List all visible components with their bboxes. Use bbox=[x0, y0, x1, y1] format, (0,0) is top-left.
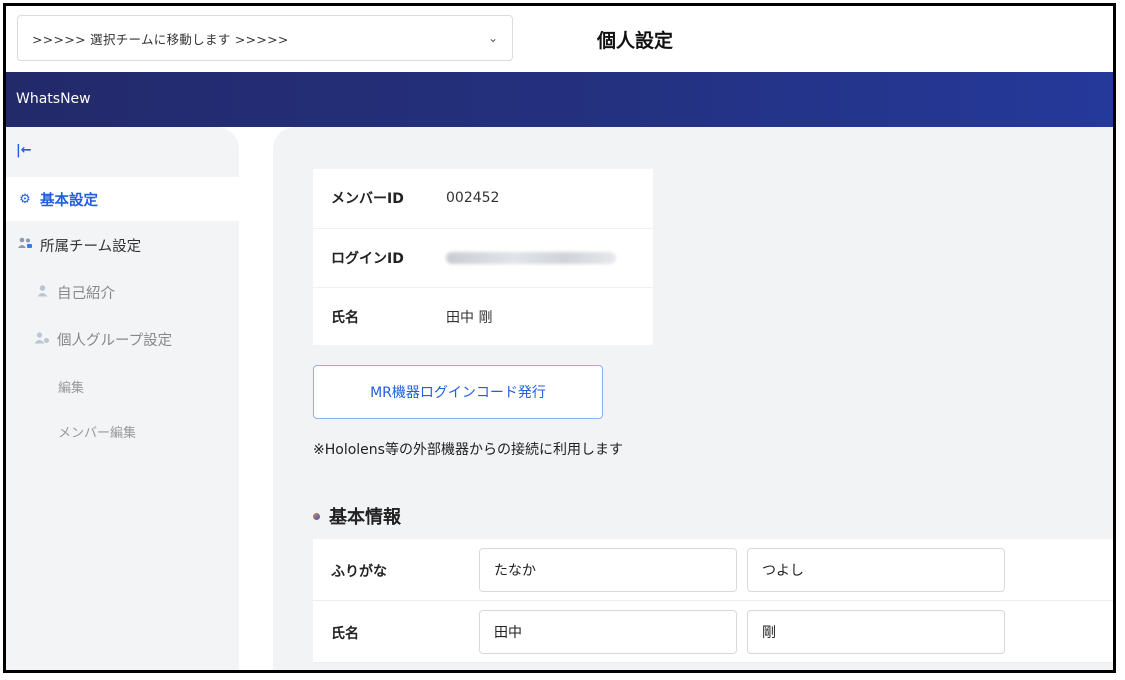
sidebar-item-label: 所属チーム設定 bbox=[40, 238, 142, 255]
mr-login-note: ※Hololens等の外部機器からの接続に利用します bbox=[313, 442, 623, 458]
main-content: メンバーID 002452 ログインID 氏名 田中 剛 MR機器ログインコード… bbox=[273, 127, 1113, 670]
furigana-last-field[interactable]: たなか bbox=[479, 548, 737, 592]
login-id-label: ログインID bbox=[331, 251, 404, 267]
sidebar-item-team-settings[interactable]: 所属チーム設定 bbox=[6, 223, 239, 267]
login-id-value-redacted bbox=[446, 252, 616, 264]
member-id-value: 002452 bbox=[446, 190, 500, 206]
basic-info-form: ふりがな たなか つよし 氏名 田中 剛 bbox=[313, 539, 1113, 663]
furigana-label: ふりがな bbox=[331, 564, 387, 580]
furigana-row: ふりがな たなか つよし bbox=[313, 539, 1113, 601]
login-id-row: ログインID bbox=[313, 228, 653, 287]
name-row: 氏名 田中 剛 bbox=[313, 287, 653, 346]
team-select-dropdown[interactable]: >>>>> 選択チームに移動します >>>>> ⌄ bbox=[17, 15, 513, 61]
gear-icon: ⚙ bbox=[19, 191, 31, 207]
first-name-field[interactable]: 剛 bbox=[747, 610, 1005, 654]
sidebar-item-self-introduction[interactable]: 自己紹介 bbox=[6, 270, 239, 314]
sidebar-item-basic-settings[interactable]: ⚙ 基本設定 bbox=[6, 177, 239, 221]
name-label: 氏名 bbox=[331, 310, 359, 326]
app-window: >>>>> 選択チームに移動します >>>>> ⌄ 個人設定 WhatsNew … bbox=[3, 3, 1116, 673]
collapse-sidebar-icon[interactable]: |← bbox=[16, 143, 32, 158]
team-icon bbox=[16, 237, 34, 253]
sidebar-item-label: 編集 bbox=[58, 380, 85, 396]
sidebar-item-edit[interactable]: 編集 bbox=[6, 364, 239, 408]
basic-info-title: 基本情報 bbox=[329, 507, 401, 528]
sidebar-item-label: メンバー編集 bbox=[58, 425, 137, 441]
sidebar-item-label: 基本設定 bbox=[40, 192, 98, 209]
bullet-icon bbox=[313, 512, 320, 520]
basic-info-heading: 基本情報 bbox=[313, 503, 401, 529]
top-bar: >>>>> 選択チームに移動します >>>>> ⌄ 個人設定 bbox=[6, 6, 1113, 72]
chevron-down-icon: ⌄ bbox=[487, 31, 498, 45]
last-name-field[interactable]: 田中 bbox=[479, 610, 737, 654]
sidebar-item-label: 自己紹介 bbox=[57, 285, 115, 302]
sidebar: |← ⚙ 基本設定 所属チーム設定 自己紹介 個人グループ設定 編集 メンバー編… bbox=[6, 127, 239, 670]
mr-login-code-button[interactable]: MR機器ログインコード発行 bbox=[313, 365, 603, 419]
person-icon bbox=[33, 284, 51, 301]
app-bar: WhatsNew bbox=[6, 72, 1113, 127]
sidebar-item-label: 個人グループ設定 bbox=[57, 332, 173, 349]
sidebar-item-member-edit[interactable]: メンバー編集 bbox=[6, 409, 239, 453]
member-id-label: メンバーID bbox=[331, 191, 404, 207]
page-title: 個人設定 bbox=[597, 30, 674, 52]
account-info-card: メンバーID 002452 ログインID 氏名 田中 剛 bbox=[313, 169, 653, 345]
name-form-row: 氏名 田中 剛 bbox=[313, 601, 1113, 663]
sidebar-item-personal-group-settings[interactable]: 個人グループ設定 bbox=[6, 317, 239, 361]
member-id-row: メンバーID 002452 bbox=[313, 169, 653, 227]
app-name: WhatsNew bbox=[16, 91, 91, 107]
name-form-label: 氏名 bbox=[331, 626, 359, 642]
team-select-value: >>>>> 選択チームに移動します >>>>> bbox=[32, 31, 289, 47]
name-value: 田中 剛 bbox=[446, 310, 493, 326]
furigana-first-field[interactable]: つよし bbox=[747, 548, 1005, 592]
group-settings-icon bbox=[33, 331, 51, 348]
